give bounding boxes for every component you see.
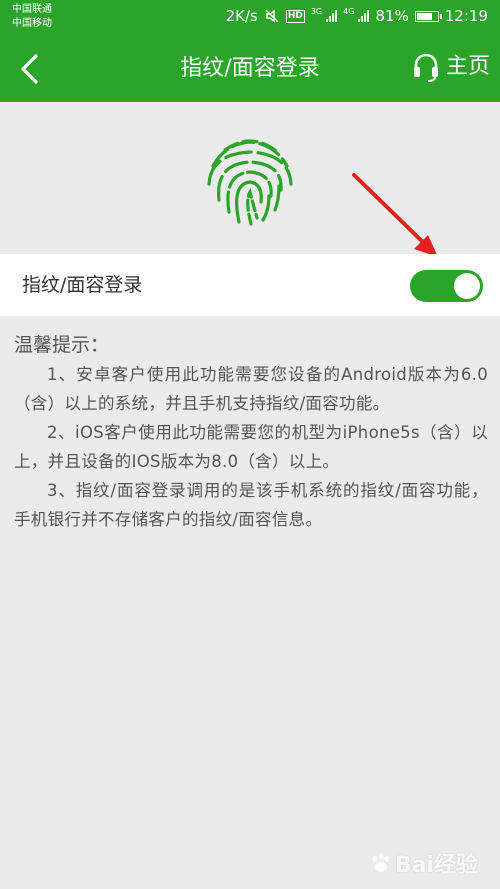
tip-item: 2、iOS客户使用此功能需要您的机型为iPhone5s（含）以上，并且设备的IO… (14, 423, 488, 471)
face-fingerprint-login-row[interactable]: 指纹/面容登录 (0, 254, 500, 316)
status-icons: 2K/s HD 3G 4G 81% 12:19 (225, 6, 488, 26)
tip-item: 3、指纹/面容登录调用的是该手机系统的指纹/面容功能，手机银行并不存储客户的指纹… (14, 481, 488, 529)
fingerprint-login-toggle[interactable] (410, 270, 483, 302)
tip-item: 1、安卓客户使用此功能需要您设备的Android版本为6.0（含）以上的系统，并… (14, 365, 488, 413)
signal-icon (326, 10, 338, 22)
mute-icon (265, 9, 279, 23)
annotation-arrow-icon (352, 173, 438, 257)
battery-fill (416, 12, 433, 20)
net-4g-label: 4G (343, 6, 355, 16)
watermark: Bai经验 (369, 847, 478, 879)
net-3g-label: 3G (310, 6, 323, 16)
headset-icon (413, 53, 438, 82)
hd-badge: HD (285, 9, 305, 23)
toggle-knob (454, 273, 480, 299)
status-bar: 中国联通 中国移动 2K/s HD 3G 4G 81% 12:19 (0, 0, 500, 35)
carrier-2: 中国移动 (12, 18, 52, 29)
tips-title: 温馨提示： (14, 334, 110, 356)
fingerprint-icon (207, 139, 293, 226)
carrier-info: 中国联通 中国移动 (12, 3, 52, 31)
clock: 12:19 (444, 7, 488, 25)
watermark-text: Bai经验 (394, 853, 478, 878)
battery-icon (414, 10, 442, 22)
carrier-1: 中国联通 (12, 4, 52, 15)
paw-icon (372, 853, 390, 872)
nav-bar: 指纹/面容登录 主页 (0, 35, 500, 102)
home-label: 主页 (445, 54, 490, 79)
signal-icon (358, 10, 370, 22)
home-button[interactable]: 主页 (412, 51, 490, 83)
tips-section: 温馨提示： 1、安卓客户使用此功能需要您设备的Android版本为6.0（含）以… (14, 330, 488, 534)
network-speed: 2K/s (225, 7, 258, 25)
setting-label: 指纹/面容登录 (22, 274, 143, 296)
battery-percent: 81% (375, 7, 409, 25)
